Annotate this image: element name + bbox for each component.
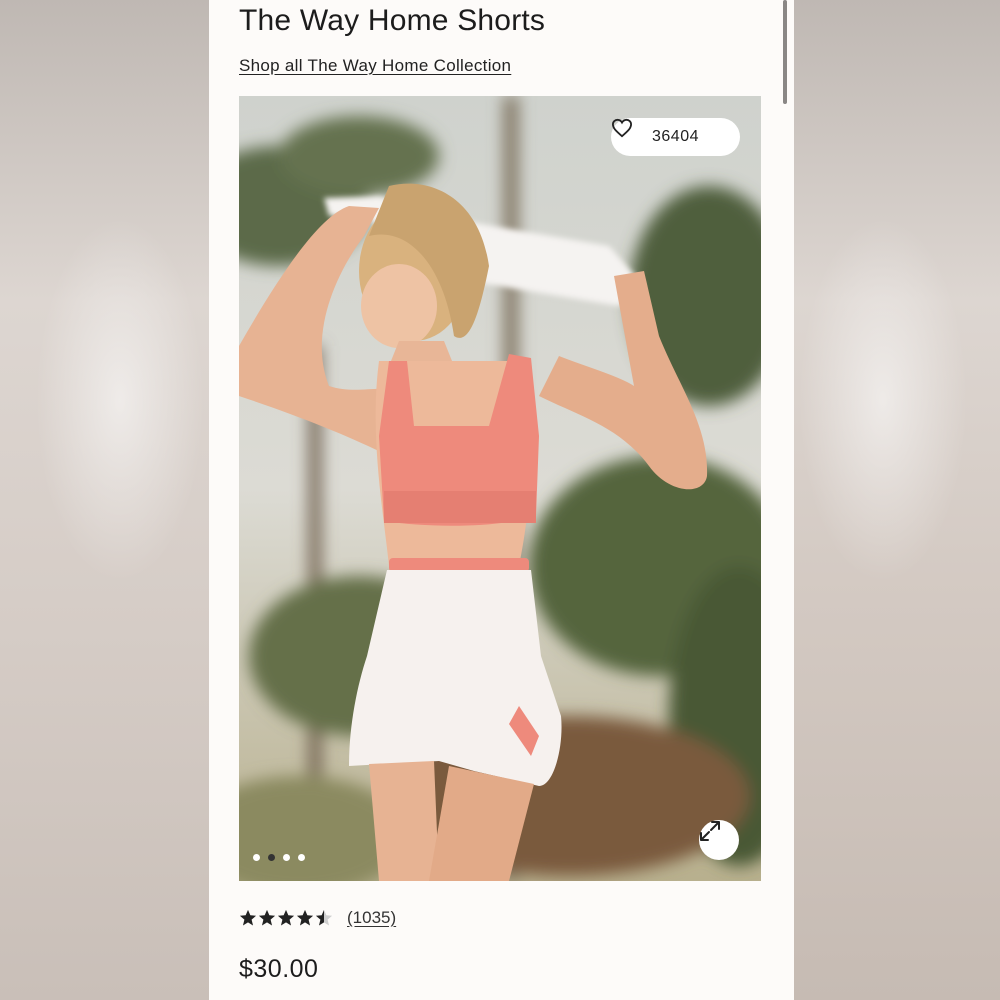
gallery-dot[interactable]: [283, 854, 290, 861]
expand-icon: [700, 821, 720, 841]
gallery-dots: [253, 854, 305, 861]
likes-button[interactable]: 36404: [611, 118, 740, 156]
review-count-link[interactable]: (1035): [347, 908, 396, 928]
shop-collection-link[interactable]: Shop all The Way Home Collection: [239, 56, 511, 76]
expand-image-button[interactable]: [699, 820, 739, 860]
product-image[interactable]: 36404: [239, 96, 761, 881]
half-star-icon: [315, 909, 333, 926]
background-blur-left: [0, 0, 210, 1000]
likes-count: 36404: [652, 128, 699, 145]
gallery-dot[interactable]: [298, 854, 305, 861]
gallery-dot[interactable]: [253, 854, 260, 861]
star-icon: [277, 909, 295, 926]
product-price: $30.00: [239, 955, 319, 983]
star-icon: [296, 909, 314, 926]
scrollbar[interactable]: [783, 0, 787, 104]
background-blur-right: [793, 0, 1000, 1000]
heart-icon: [611, 118, 633, 138]
rating-row: (1035): [239, 908, 396, 928]
gallery-dot-active[interactable]: [268, 854, 275, 861]
star-icon: [258, 909, 276, 926]
star-icon: [239, 909, 257, 926]
star-rating: [239, 909, 333, 927]
product-photo-illustration: [239, 96, 761, 881]
product-title: The Way Home Shorts: [239, 4, 546, 37]
product-page: The Way Home Shorts Shop all The Way Hom…: [209, 0, 794, 1000]
